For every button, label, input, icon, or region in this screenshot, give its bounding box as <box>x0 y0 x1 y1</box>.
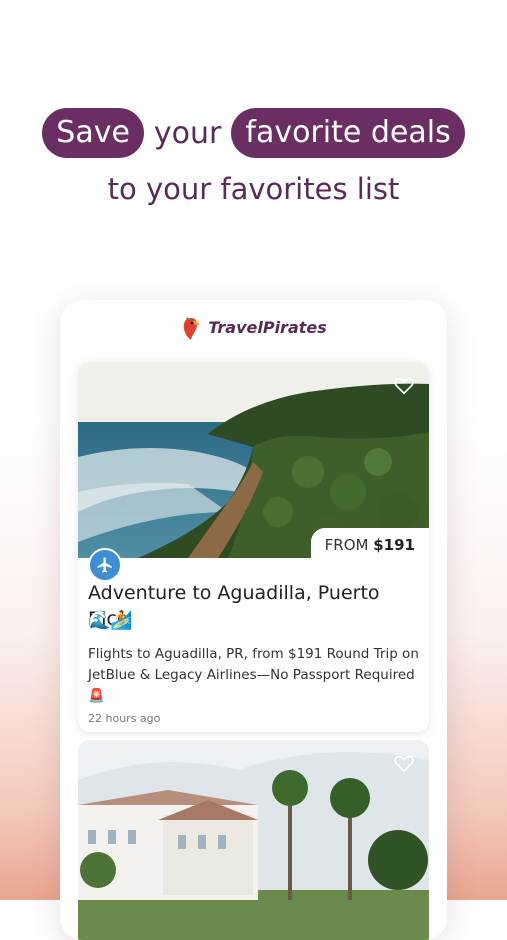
phone-mockup: TravelPirates FROM $191 Adventure to Agu… <box>60 300 447 940</box>
deal-emojis: 🌊🏄 <box>88 610 133 631</box>
deal-card[interactable]: FROM $191 Adventure to Aguadilla, Puerto… <box>78 362 429 732</box>
deal-title[interactable]: Adventure to Aguadilla, Puerto Rico <box>88 580 423 632</box>
deal-image-hotel <box>78 740 429 940</box>
parrot-logo-icon <box>183 316 200 340</box>
app-logo-text: TravelPirates <box>208 318 327 337</box>
app-header: TravelPirates <box>60 300 447 355</box>
deal-card[interactable] <box>78 740 429 940</box>
favorite-heart-icon[interactable] <box>393 752 415 774</box>
deal-timestamp: 22 hours ago <box>88 712 161 725</box>
price-value: $191 <box>373 536 415 554</box>
plane-icon <box>88 548 122 582</box>
deal-image-beach: FROM $191 <box>78 362 429 558</box>
highlight-favorite-deals: favorite deals <box>231 108 465 158</box>
price-badge: FROM $191 <box>310 528 429 558</box>
price-prefix: FROM <box>324 536 369 554</box>
deal-description: Flights to Aguadilla, PR, from $191 Roun… <box>88 646 419 704</box>
highlight-save: Save <box>42 108 144 158</box>
promo-headline: Save your favorite deals to your favorit… <box>0 108 507 206</box>
headline-line2: to your favorites list <box>107 172 400 206</box>
headline-word: your <box>153 115 222 151</box>
hotel-palm-trees-photo <box>78 740 429 940</box>
favorite-heart-icon[interactable] <box>393 374 415 396</box>
